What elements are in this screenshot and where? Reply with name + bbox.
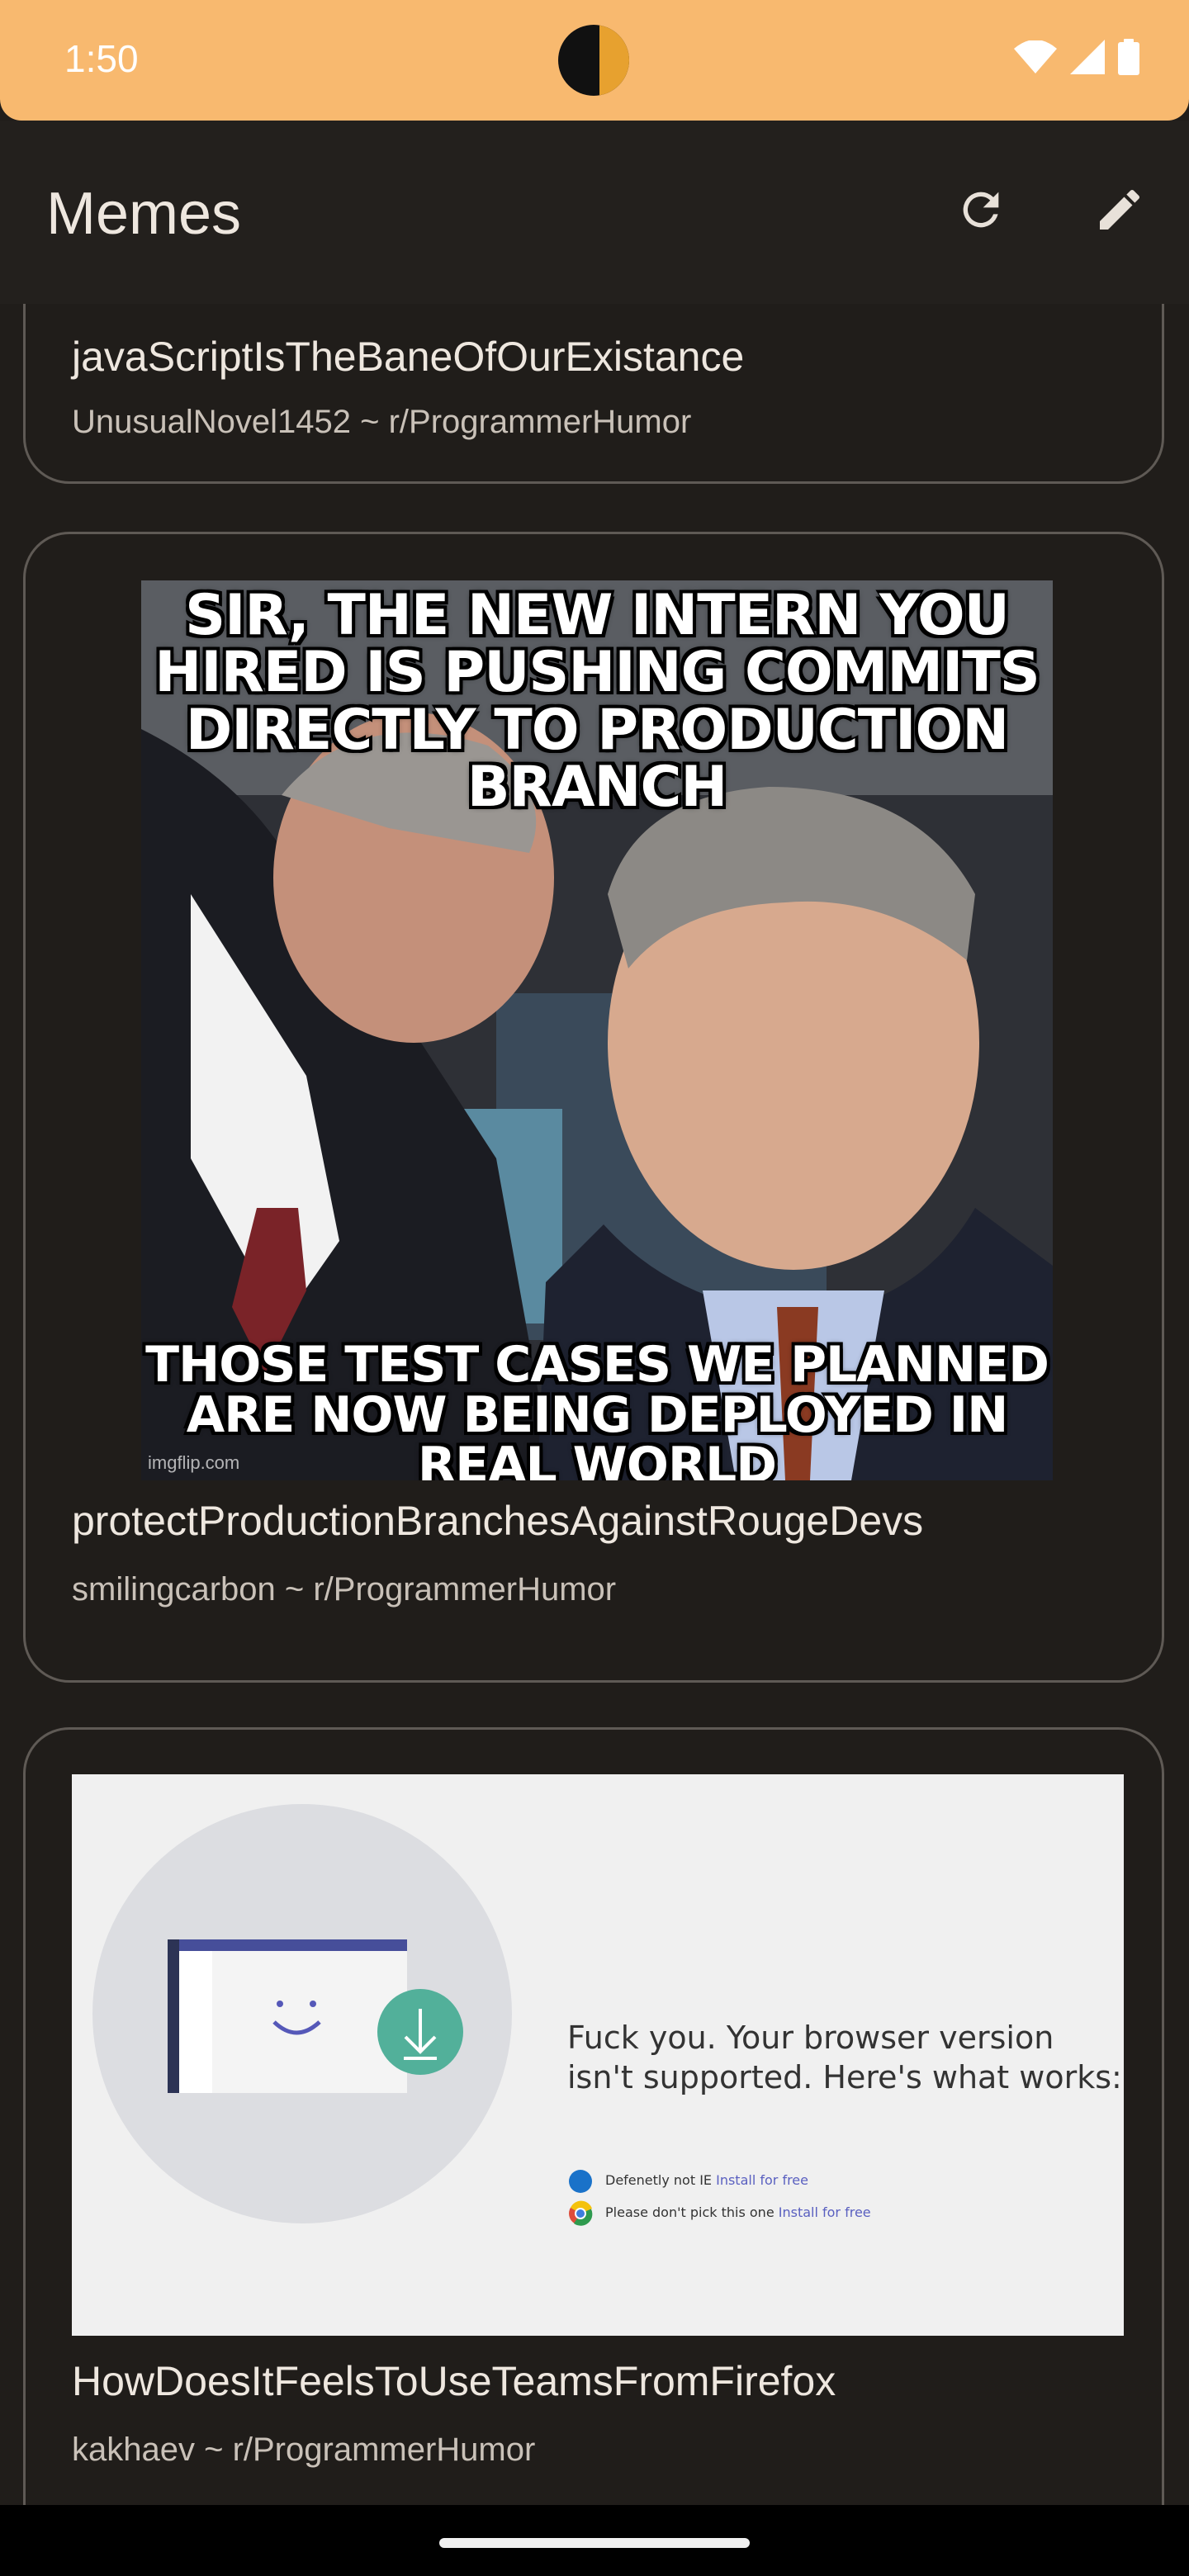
home-gesture-handle[interactable] xyxy=(439,2538,750,2548)
meme-card[interactable]: javaScriptIsTheBaneOfOurExistance Unusua… xyxy=(23,304,1164,484)
meme-bottom-text: THOSE TEST CASES WE PLANNED ARE NOW BEIN… xyxy=(145,1336,1049,1480)
meme-image: SIR, THE NEW INTERN YOU HIRED IS PUSHING… xyxy=(141,580,1053,1480)
browser-option-chrome: Please don't pick this one Install for f… xyxy=(605,2204,871,2220)
refresh-icon xyxy=(955,183,1007,240)
meme-feed[interactable]: javaScriptIsTheBaneOfOurExistance Unusua… xyxy=(0,304,1189,2505)
refresh-button[interactable] xyxy=(941,172,1021,251)
imgflip-watermark: imgflip.com xyxy=(148,1452,240,1473)
edit-button[interactable] xyxy=(1080,172,1159,251)
meme-title: javaScriptIsTheBaneOfOurExistance xyxy=(72,334,745,380)
edit-icon xyxy=(1093,183,1146,240)
page-title: Memes xyxy=(46,181,242,247)
battery-icon xyxy=(1118,38,1139,79)
meme-author: smilingcarbon ~ r/ProgrammerHumor xyxy=(72,1571,617,1608)
browser-option-ie: Defenetly not IE Install for free xyxy=(605,2172,808,2188)
navigation-bar xyxy=(0,2505,1189,2576)
app-bar: Memes xyxy=(0,121,1189,304)
meme-card[interactable]: Fuck you. Your browser version isn't sup… xyxy=(23,1727,1164,2505)
cell-signal-icon xyxy=(1070,39,1105,78)
status-bar: 1:50 xyxy=(0,0,1189,121)
meme-title: protectProductionBranchesAgainstRougeDev… xyxy=(72,1498,924,1544)
camera-cutout xyxy=(558,25,629,96)
meme-top-text: SIR, THE NEW INTERN YOU HIRED IS PUSHING… xyxy=(154,583,1040,821)
wifi-icon xyxy=(1014,39,1057,78)
status-icons xyxy=(1014,38,1139,79)
meme-author: kakhaev ~ r/ProgrammerHumor xyxy=(72,2432,536,2468)
meme-card[interactable]: SIR, THE NEW INTERN YOU HIRED IS PUSHING… xyxy=(23,532,1164,1683)
meme-title: HowDoesItFeelsToUseTeamsFromFirefox xyxy=(72,2358,836,2404)
meme-author: UnusualNovel1452 ~ r/ProgrammerHumor xyxy=(72,404,692,440)
status-time: 1:50 xyxy=(64,37,139,80)
unsupported-browser-message: Fuck you. Your browser version isn't sup… xyxy=(567,2020,1122,2095)
meme-image: Fuck you. Your browser version isn't sup… xyxy=(72,1774,1124,2336)
